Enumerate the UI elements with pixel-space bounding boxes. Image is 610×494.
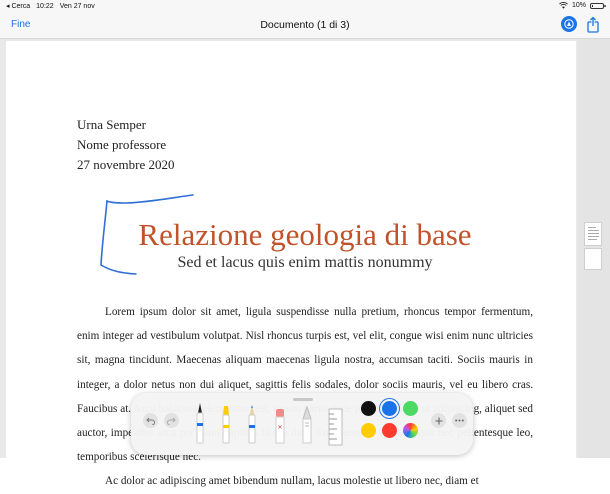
pen-tool-icon[interactable] [194, 401, 206, 447]
battery-icon [590, 2, 606, 9]
battery-fill [592, 4, 593, 7]
back-app-label: Cerca [11, 3, 31, 10]
ellipsis-icon [455, 419, 464, 422]
redo-arrow-icon [167, 417, 176, 425]
markup-pen-icon [564, 19, 574, 29]
lasso-tool-icon[interactable] [300, 405, 314, 447]
author-name: Urna Semper [77, 117, 146, 132]
pencil-tool-icon[interactable] [246, 403, 258, 447]
report-title: Relazione geologia di base [0, 217, 610, 253]
redo-button[interactable] [164, 413, 179, 428]
color-red-swatch[interactable] [382, 423, 397, 438]
navigation-bar: Fine Documento (1 di 3) [0, 12, 610, 39]
markup-pen-button[interactable] [561, 16, 577, 32]
color-black-swatch[interactable] [361, 401, 376, 416]
ruler-tool-icon[interactable] [328, 408, 343, 448]
status-time: 10:22 [36, 2, 54, 10]
status-bar: ◂ Cerca 10:22 Ven 27 nov 10% [0, 0, 610, 12]
markup-tool-palette: ✕ [131, 393, 473, 455]
battery-percent: 10% [571, 2, 586, 9]
undo-arrow-icon [146, 417, 155, 425]
color-blue-swatch[interactable] [382, 401, 397, 416]
more-options-button[interactable] [452, 413, 467, 428]
color-green-swatch[interactable] [403, 401, 418, 416]
wifi-icon [559, 2, 568, 9]
document-title: Documento (1 di 3) [260, 19, 350, 31]
add-shape-button[interactable] [431, 413, 446, 428]
status-date: Ven 27 nov [59, 2, 95, 10]
svg-text:✕: ✕ [277, 424, 282, 431]
handwritten-bracket-annotation [100, 194, 194, 275]
professor-name: Nome professore [77, 137, 167, 152]
undo-button[interactable] [143, 413, 158, 428]
share-icon[interactable] [586, 16, 600, 33]
eraser-tool-icon[interactable]: ✕ [274, 407, 286, 447]
paragraph-2: Ac dolor ac adipiscing amet bibendum nul… [105, 475, 479, 488]
highlighter-tool-icon[interactable] [220, 403, 232, 447]
palette-drag-handle[interactable] [293, 398, 313, 401]
plus-icon [435, 417, 442, 424]
back-to-app-link[interactable]: ◂ Cerca [6, 2, 30, 10]
document-date: 27 novembre 2020 [77, 157, 175, 172]
color-yellow-swatch[interactable] [361, 423, 376, 438]
report-subtitle: Sed et lacus quis enim mattis nonummy [177, 254, 433, 271]
color-picker-wheel-icon[interactable] [403, 423, 418, 438]
